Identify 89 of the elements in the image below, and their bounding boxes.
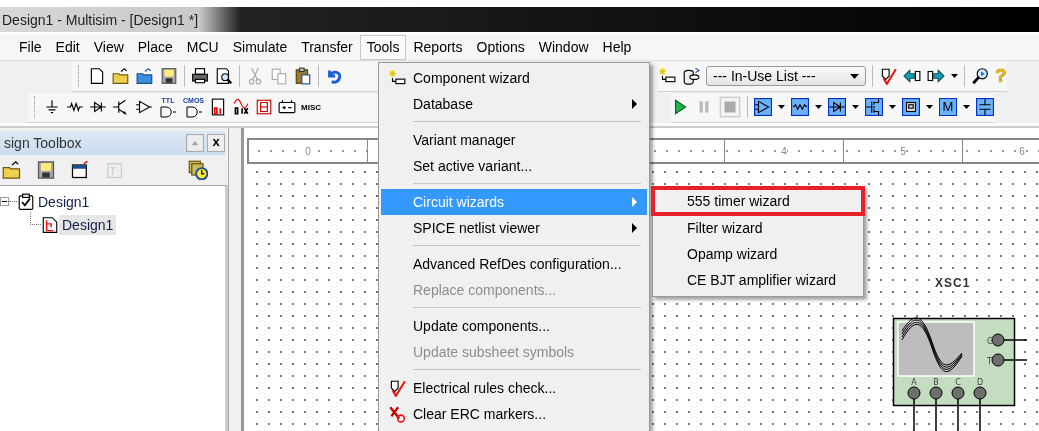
capacitor-icon[interactable] [976, 98, 994, 116]
folder-icon[interactable] [112, 67, 130, 85]
caret-icon[interactable] [815, 105, 822, 109]
close-button[interactable]: x [207, 134, 225, 152]
menu-item[interactable]: MCU [179, 34, 226, 60]
menu-item[interactable]: Electrical rules check... [381, 375, 647, 401]
menu-item[interactable]: 555 timer wizard [651, 186, 865, 216]
menu-item[interactable]: Transfer [294, 34, 360, 60]
collapse-icon[interactable] [0, 197, 9, 206]
clipboard-icon[interactable] [294, 67, 312, 85]
tree-item[interactable]: Design1 [59, 214, 117, 235]
panel-title: sign Toolbox [3, 135, 82, 151]
clock-icon[interactable] [188, 160, 208, 180]
caret-icon[interactable] [889, 105, 896, 109]
battery-icon[interactable] [278, 98, 296, 116]
menu-item[interactable]: Advanced RefDes configuration... [381, 251, 647, 277]
logic-gate-icon [183, 103, 204, 118]
caret-icon[interactable] [852, 105, 859, 109]
caret-icon[interactable] [926, 105, 933, 109]
printer-icon[interactable] [191, 67, 209, 85]
menu-item[interactable]: Window [531, 34, 596, 60]
digital-display-icon[interactable] [209, 98, 227, 116]
database-icon[interactable] [682, 67, 700, 85]
menu-item[interactable]: Simulate [225, 34, 295, 60]
window-icon[interactable] [70, 160, 90, 180]
pin-label: A [911, 378, 917, 387]
menu-item[interactable]: Filter wizard [655, 215, 861, 241]
ruler-label: 4 [781, 145, 787, 157]
print-preview-icon[interactable] [215, 67, 233, 85]
check-icon [388, 379, 406, 397]
arrow-right-icon[interactable] [927, 67, 945, 85]
caret-icon[interactable] [778, 105, 785, 109]
waveform-icon[interactable] [791, 98, 809, 116]
caret-icon[interactable] [951, 74, 958, 78]
oscilloscope-drawing[interactable] [892, 317, 1028, 431]
amplifier-icon[interactable] [754, 98, 772, 116]
menu-item[interactable]: Clear ERC markers... [381, 401, 647, 427]
menu-item[interactable]: Tools [359, 34, 407, 60]
diode-icon[interactable] [828, 98, 846, 116]
menu-item[interactable]: Opamp wizard [655, 241, 861, 267]
caret-icon[interactable] [963, 105, 970, 109]
new-document-icon[interactable] [88, 67, 106, 85]
pin-label: C [955, 378, 961, 387]
ruler-label: 0 [305, 145, 311, 157]
menu-item[interactable]: Update components... [381, 313, 647, 339]
misc-button[interactable]: MISC [301, 102, 321, 112]
component-wizard-icon [388, 69, 406, 87]
clipboard-check-icon[interactable] [17, 192, 35, 211]
window-title: Design1 - Multisim - [Design1 *] [1, 11, 199, 28]
dropdown-arrow-icon[interactable] [850, 73, 859, 79]
menu-item[interactable]: View [86, 34, 131, 60]
menu-item[interactable]: Options [469, 34, 532, 60]
schematic-icon[interactable] [41, 215, 59, 234]
x-mark-icon [388, 405, 406, 423]
arrow-left-icon[interactable] [903, 67, 921, 85]
menu-item[interactable]: Component wizard [381, 65, 647, 91]
menu-item[interactable]: Database [381, 91, 647, 117]
ruler-label: 6 [1019, 145, 1025, 157]
transistor-icon[interactable] [112, 98, 130, 116]
pin-label: D [976, 378, 984, 387]
transistor-icon[interactable] [865, 98, 883, 116]
ruler-label: 5 [900, 145, 906, 157]
ground-icon[interactable] [43, 98, 61, 116]
menu-item[interactable]: Help [595, 34, 639, 60]
mixed-signal-icon[interactable] [232, 98, 250, 116]
logic-gate-icon [158, 103, 178, 118]
zoom-icon[interactable] [971, 67, 989, 85]
amplifier-icon[interactable] [135, 98, 153, 116]
menu-item[interactable]: Set active variant... [381, 153, 647, 179]
check-icon[interactable] [879, 67, 897, 85]
folder-icon[interactable] [2, 160, 22, 180]
tree-item[interactable]: Design1 [35, 191, 93, 212]
component-wizard-icon[interactable] [658, 67, 676, 85]
in-use-list-dropdown[interactable]: --- In-Use List --- [706, 66, 866, 86]
menu-item[interactable]: CE BJT amplifier wizard [655, 267, 861, 293]
pin-label: G [987, 337, 994, 346]
undo-icon[interactable] [325, 67, 343, 85]
menu-item[interactable]: Place [130, 34, 180, 60]
pin-label: B [933, 378, 939, 387]
menu-item[interactable]: SPICE netlist viewer [381, 215, 647, 241]
menu-item[interactable]: File [12, 34, 49, 60]
folder-icon[interactable] [136, 67, 154, 85]
m-button[interactable]: M [939, 98, 957, 116]
component-label: XSC1 [935, 276, 971, 290]
indicator-icon[interactable] [902, 98, 920, 116]
pin-label: T [987, 357, 992, 366]
menu-item[interactable]: Edit [48, 34, 87, 60]
menu-item[interactable]: Variant manager [381, 127, 647, 153]
menu-item[interactable]: Reports [406, 34, 470, 60]
